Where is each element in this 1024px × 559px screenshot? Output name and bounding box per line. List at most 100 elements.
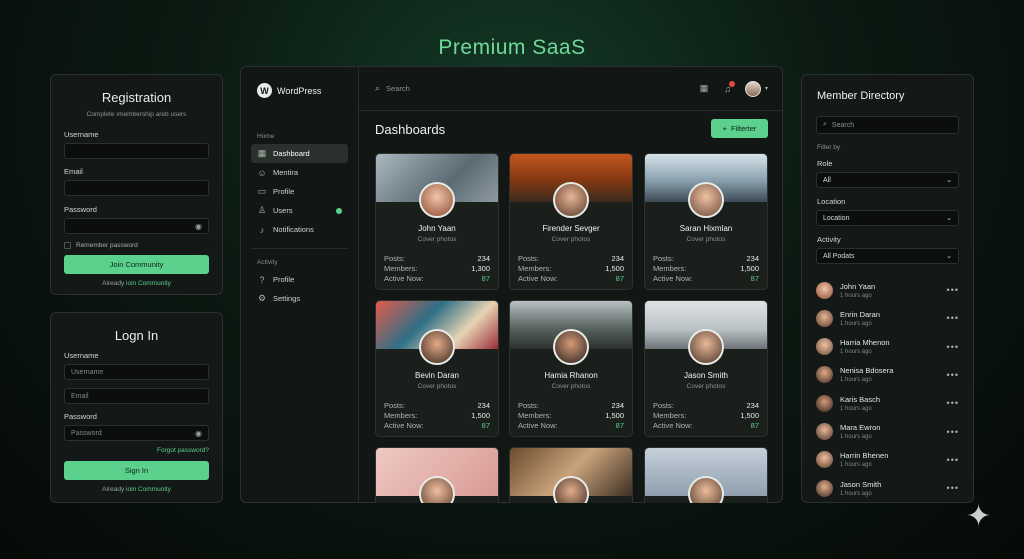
username-field[interactable]: [64, 143, 209, 159]
more-options-icon[interactable]: •••: [947, 370, 959, 380]
list-item[interactable]: Karis Basch 1 hours ago •••: [816, 392, 959, 414]
join-link[interactable]: ioin Community: [126, 280, 171, 287]
login-title: Logn In: [114, 328, 159, 343]
stat-value: 87: [481, 274, 490, 283]
brand[interactable]: W WordPress: [257, 83, 358, 98]
filter-button[interactable]: + Filterter: [711, 119, 768, 138]
list-item[interactable]: John Yaan 1 hours ago •••: [816, 279, 959, 301]
stat-value: 234: [746, 401, 759, 410]
topbar: ⌕ Search ▦ ♫ ▾: [359, 67, 782, 111]
section-activity: Activity: [257, 259, 278, 266]
plus-icon: +: [722, 124, 727, 133]
apps-icon[interactable]: ▦: [700, 83, 709, 94]
list-item[interactable]: Harrin Bhenen 1 hours ago •••: [816, 449, 959, 471]
email-field[interactable]: [64, 180, 209, 196]
card-subtitle: Cover photos: [686, 383, 726, 390]
login-email-input[interactable]: Email: [64, 388, 209, 404]
sidebar-item-dashboard[interactable]: ▦ Dashboard: [251, 144, 348, 163]
login-password-label: Password: [64, 412, 97, 421]
role-select[interactable]: All ⌄: [816, 172, 959, 188]
group-card[interactable]: John Yaan Cover photos Posts: 234 Members: 1,…: [375, 153, 499, 290]
directory-title: Member Directory: [817, 90, 905, 102]
chevron-down-icon: ⌄: [946, 253, 952, 260]
avatar: [816, 451, 833, 469]
sidebar-item-profile-2[interactable]: ? Profile: [251, 270, 348, 289]
group-card[interactable]: Jason Smith Cover photos Posts: 234 Members:…: [644, 300, 768, 437]
stat-value: 1,500: [605, 411, 624, 420]
more-options-icon[interactable]: •••: [947, 313, 959, 323]
group-card[interactable]: Hamia Rhanon Cover photos Posts: 234 Members…: [509, 300, 633, 437]
list-item[interactable]: Nenisa Bdosera 1 hours ago •••: [816, 364, 959, 386]
activity-select[interactable]: All Podats ⌄: [816, 248, 959, 264]
eye-icon[interactable]: ◉: [195, 429, 202, 438]
card-name: Bevin Daran: [414, 371, 460, 380]
more-options-icon[interactable]: •••: [947, 427, 959, 437]
sidebar-item-mentira[interactable]: ☺ Mentira: [251, 163, 348, 182]
eye-icon[interactable]: ◉: [195, 222, 202, 231]
sidebar-item-profile[interactable]: ▭ Profile: [251, 182, 348, 201]
sign-in-button[interactable]: Sign In: [64, 461, 209, 480]
grid-icon: ▦: [257, 148, 267, 158]
more-options-icon[interactable]: •••: [947, 455, 959, 465]
notification-badge: [728, 80, 735, 87]
location-select[interactable]: Location ⌄: [816, 210, 959, 226]
list-item[interactable]: Enrin Daran 1 hours ago •••: [816, 307, 959, 329]
group-card[interactable]: [644, 447, 768, 503]
sidebar-item-label: Settings: [273, 294, 301, 303]
already-text: Already ioin Community: [51, 280, 222, 287]
search-icon: ⌕: [375, 83, 381, 93]
stat-row-posts: Posts: 234: [653, 254, 759, 263]
registration-panel: Registration Complete ımembership areb u…: [50, 74, 223, 295]
member-time: 1 hours ago: [840, 292, 872, 299]
sidebar-item-settings[interactable]: ⚙ Settings: [251, 289, 348, 308]
avatar: [688, 329, 724, 365]
list-item[interactable]: Jason Smith 1 hours ago •••: [816, 477, 959, 499]
more-options-icon[interactable]: •••: [947, 342, 959, 352]
remember-label: Remember password: [76, 242, 138, 249]
activity-label: Activity: [817, 235, 841, 244]
forgot-password-link[interactable]: Forgot password?: [51, 447, 209, 454]
group-card[interactable]: Saran Hixmlan Cover photos Posts: 234 Member…: [644, 153, 768, 290]
login-username-input[interactable]: Username: [64, 364, 209, 380]
group-card[interactable]: Bevin Daran Cover photos Posts: 234 Members:…: [375, 300, 499, 437]
directory-search-input[interactable]: ⌕ Search: [816, 116, 959, 134]
stat-row-posts: Posts: 234: [518, 254, 624, 263]
stat-row-posts: Posts: 234: [518, 401, 624, 410]
search-input[interactable]: Search: [386, 84, 626, 93]
login-password-input[interactable]: Password ◉: [64, 425, 209, 441]
stat-value: 1,500: [471, 411, 490, 420]
join-community-button[interactable]: Join Community: [64, 255, 209, 274]
sidebar-item-label: Dashboard: [273, 149, 310, 158]
sidebar-item-notifications[interactable]: ♪ Notifications: [251, 220, 348, 239]
remember-checkbox[interactable]: [64, 242, 71, 249]
group-card[interactable]: [375, 447, 499, 503]
wordpress-logo-icon: W: [257, 83, 272, 98]
login-join-link[interactable]: ioin Community: [126, 486, 171, 493]
group-card[interactable]: [509, 447, 633, 503]
group-card[interactable]: Firender Sevger Cover photos Posts: 234 Memb…: [509, 153, 633, 290]
list-item[interactable]: Harria Mhenon 1 hours ago •••: [816, 336, 959, 358]
login-password-placeholder: Password: [71, 429, 102, 437]
avatar: [816, 479, 833, 497]
more-options-icon[interactable]: •••: [947, 285, 959, 295]
more-options-icon[interactable]: •••: [947, 398, 959, 408]
sidebar-item-users[interactable]: ♙ Users: [251, 201, 348, 220]
list-item[interactable]: Mara Ewron 1 hours ago •••: [816, 421, 959, 443]
more-options-icon[interactable]: •••: [947, 483, 959, 493]
stat-value: 1,500: [740, 411, 759, 420]
password-field[interactable]: ◉: [64, 218, 209, 234]
bell-icon[interactable]: ♫: [724, 80, 735, 94]
sidebar-item-label: Notifications: [273, 225, 314, 234]
chevron-down-icon[interactable]: ▾: [765, 85, 768, 92]
card-name: Saran Hixmlan: [679, 224, 733, 233]
gear-icon: ⚙: [257, 293, 267, 303]
avatar[interactable]: [744, 80, 761, 97]
member-name: Enrin Daran: [840, 309, 881, 319]
member-name: Harrin Bhenen: [840, 451, 889, 461]
remember-row[interactable]: Remember password: [64, 242, 209, 249]
stat-label: Posts:: [384, 401, 405, 410]
avatar: [553, 182, 589, 218]
stat-label: Active Now:: [653, 274, 693, 283]
stat-value: 234: [477, 401, 490, 410]
member-directory-panel: Member Directory ⌕ Search Filter by Role …: [801, 74, 974, 503]
